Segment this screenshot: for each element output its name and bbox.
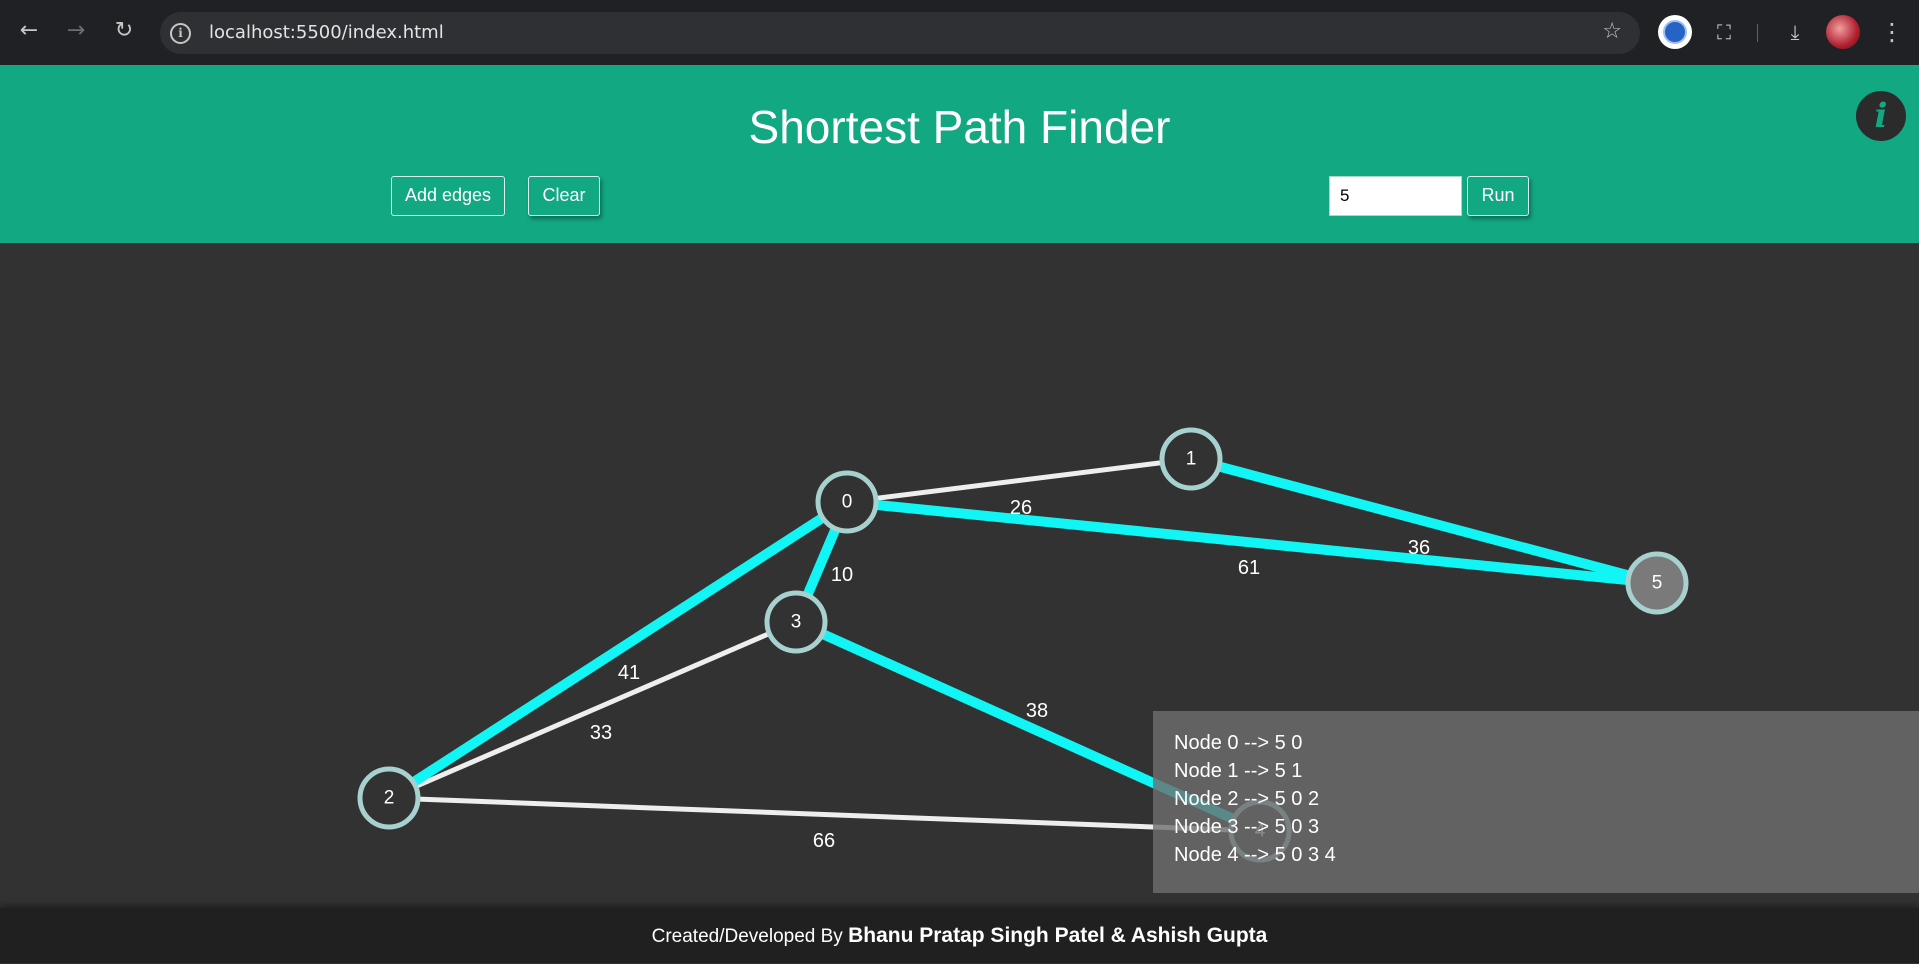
footer-authors: Bhanu Pratap Singh Patel & Ashish Gupta — [848, 924, 1268, 947]
result-line: Node 0 --> 5 0 — [1174, 732, 1303, 754]
edge-weight-label: 41 — [618, 662, 640, 684]
info-icon[interactable]: i — [1856, 91, 1906, 141]
edge-3-2 — [386, 619, 799, 801]
puzzle-icon[interactable]: ⛶ — [1707, 15, 1741, 49]
edge-2-4 — [386, 795, 1263, 834]
result-line: Node 4 --> 5 0 3 4 — [1174, 844, 1336, 866]
node-label: 0 — [842, 492, 853, 513]
node-label: 5 — [1652, 573, 1663, 594]
node-label: 1 — [1186, 449, 1197, 470]
extension-icon[interactable] — [1658, 15, 1692, 49]
bookmark-star-icon[interactable]: ☆ — [1602, 20, 1622, 44]
edge-weight-label: 61 — [1238, 557, 1260, 579]
kebab-menu-icon[interactable]: ⋮ — [1880, 17, 1904, 47]
toolbar-divider — [1757, 24, 1758, 42]
node-label: 2 — [384, 788, 395, 809]
results-panel: Node 0 --> 5 0 Node 1 --> 5 1 Node 2 -->… — [1153, 711, 1919, 893]
back-arrow-icon[interactable]: ← — [14, 16, 44, 46]
source-node-input[interactable] — [1329, 176, 1462, 216]
graph-canvas[interactable]: 2636611041333866012345 Node 0 --> 5 0 No… — [0, 243, 1919, 908]
edge-weight-label: 26 — [1010, 497, 1032, 519]
address-bar[interactable]: i localhost:5500/index.html ☆ — [160, 12, 1640, 54]
edge-0-2 — [384, 497, 852, 803]
url-text[interactable]: localhost:5500/index.html — [209, 23, 444, 43]
footer: Created/Developed By Bhanu Pratap Singh … — [0, 908, 1919, 963]
result-line: Node 1 --> 5 1 — [1174, 760, 1303, 782]
edge-weight-label: 36 — [1408, 537, 1430, 559]
download-icon[interactable]: ⤓ — [1778, 15, 1812, 49]
run-button[interactable]: Run — [1467, 176, 1529, 216]
site-info-icon[interactable]: i — [170, 23, 191, 44]
add-edges-button[interactable]: Add edges — [391, 176, 505, 216]
node-label: 3 — [791, 612, 802, 633]
browser-toolbar: ← → ↻ i localhost:5500/index.html ☆ ⛶ ⤓ … — [0, 0, 1919, 65]
graph-node-1[interactable]: 1 — [1159, 427, 1223, 491]
graph-node-5[interactable]: 5 — [1625, 551, 1689, 615]
reload-icon[interactable]: ↻ — [109, 16, 139, 46]
footer-prefix: Created/Developed By — [651, 926, 849, 947]
edge-weight-label: 33 — [590, 722, 612, 744]
forward-arrow-icon[interactable]: → — [61, 16, 91, 46]
edge-weight-label: 66 — [813, 830, 835, 852]
edge-weight-label: 10 — [831, 564, 853, 586]
graph-node-3[interactable]: 3 — [764, 590, 828, 654]
result-line: Node 3 --> 5 0 3 — [1174, 816, 1320, 838]
result-line: Node 2 --> 5 0 2 — [1174, 788, 1320, 810]
edge-0-1 — [844, 456, 1194, 505]
edge-weight-label: 38 — [1026, 700, 1048, 722]
clear-button[interactable]: Clear — [528, 176, 600, 216]
page-title: Shortest Path Finder — [748, 101, 1171, 153]
app-header: Shortest Path Finder i Add edges Clear R… — [0, 65, 1919, 243]
graph-node-2[interactable]: 2 — [357, 766, 421, 830]
profile-avatar[interactable] — [1826, 15, 1860, 49]
graph-node-0[interactable]: 0 — [815, 470, 879, 534]
